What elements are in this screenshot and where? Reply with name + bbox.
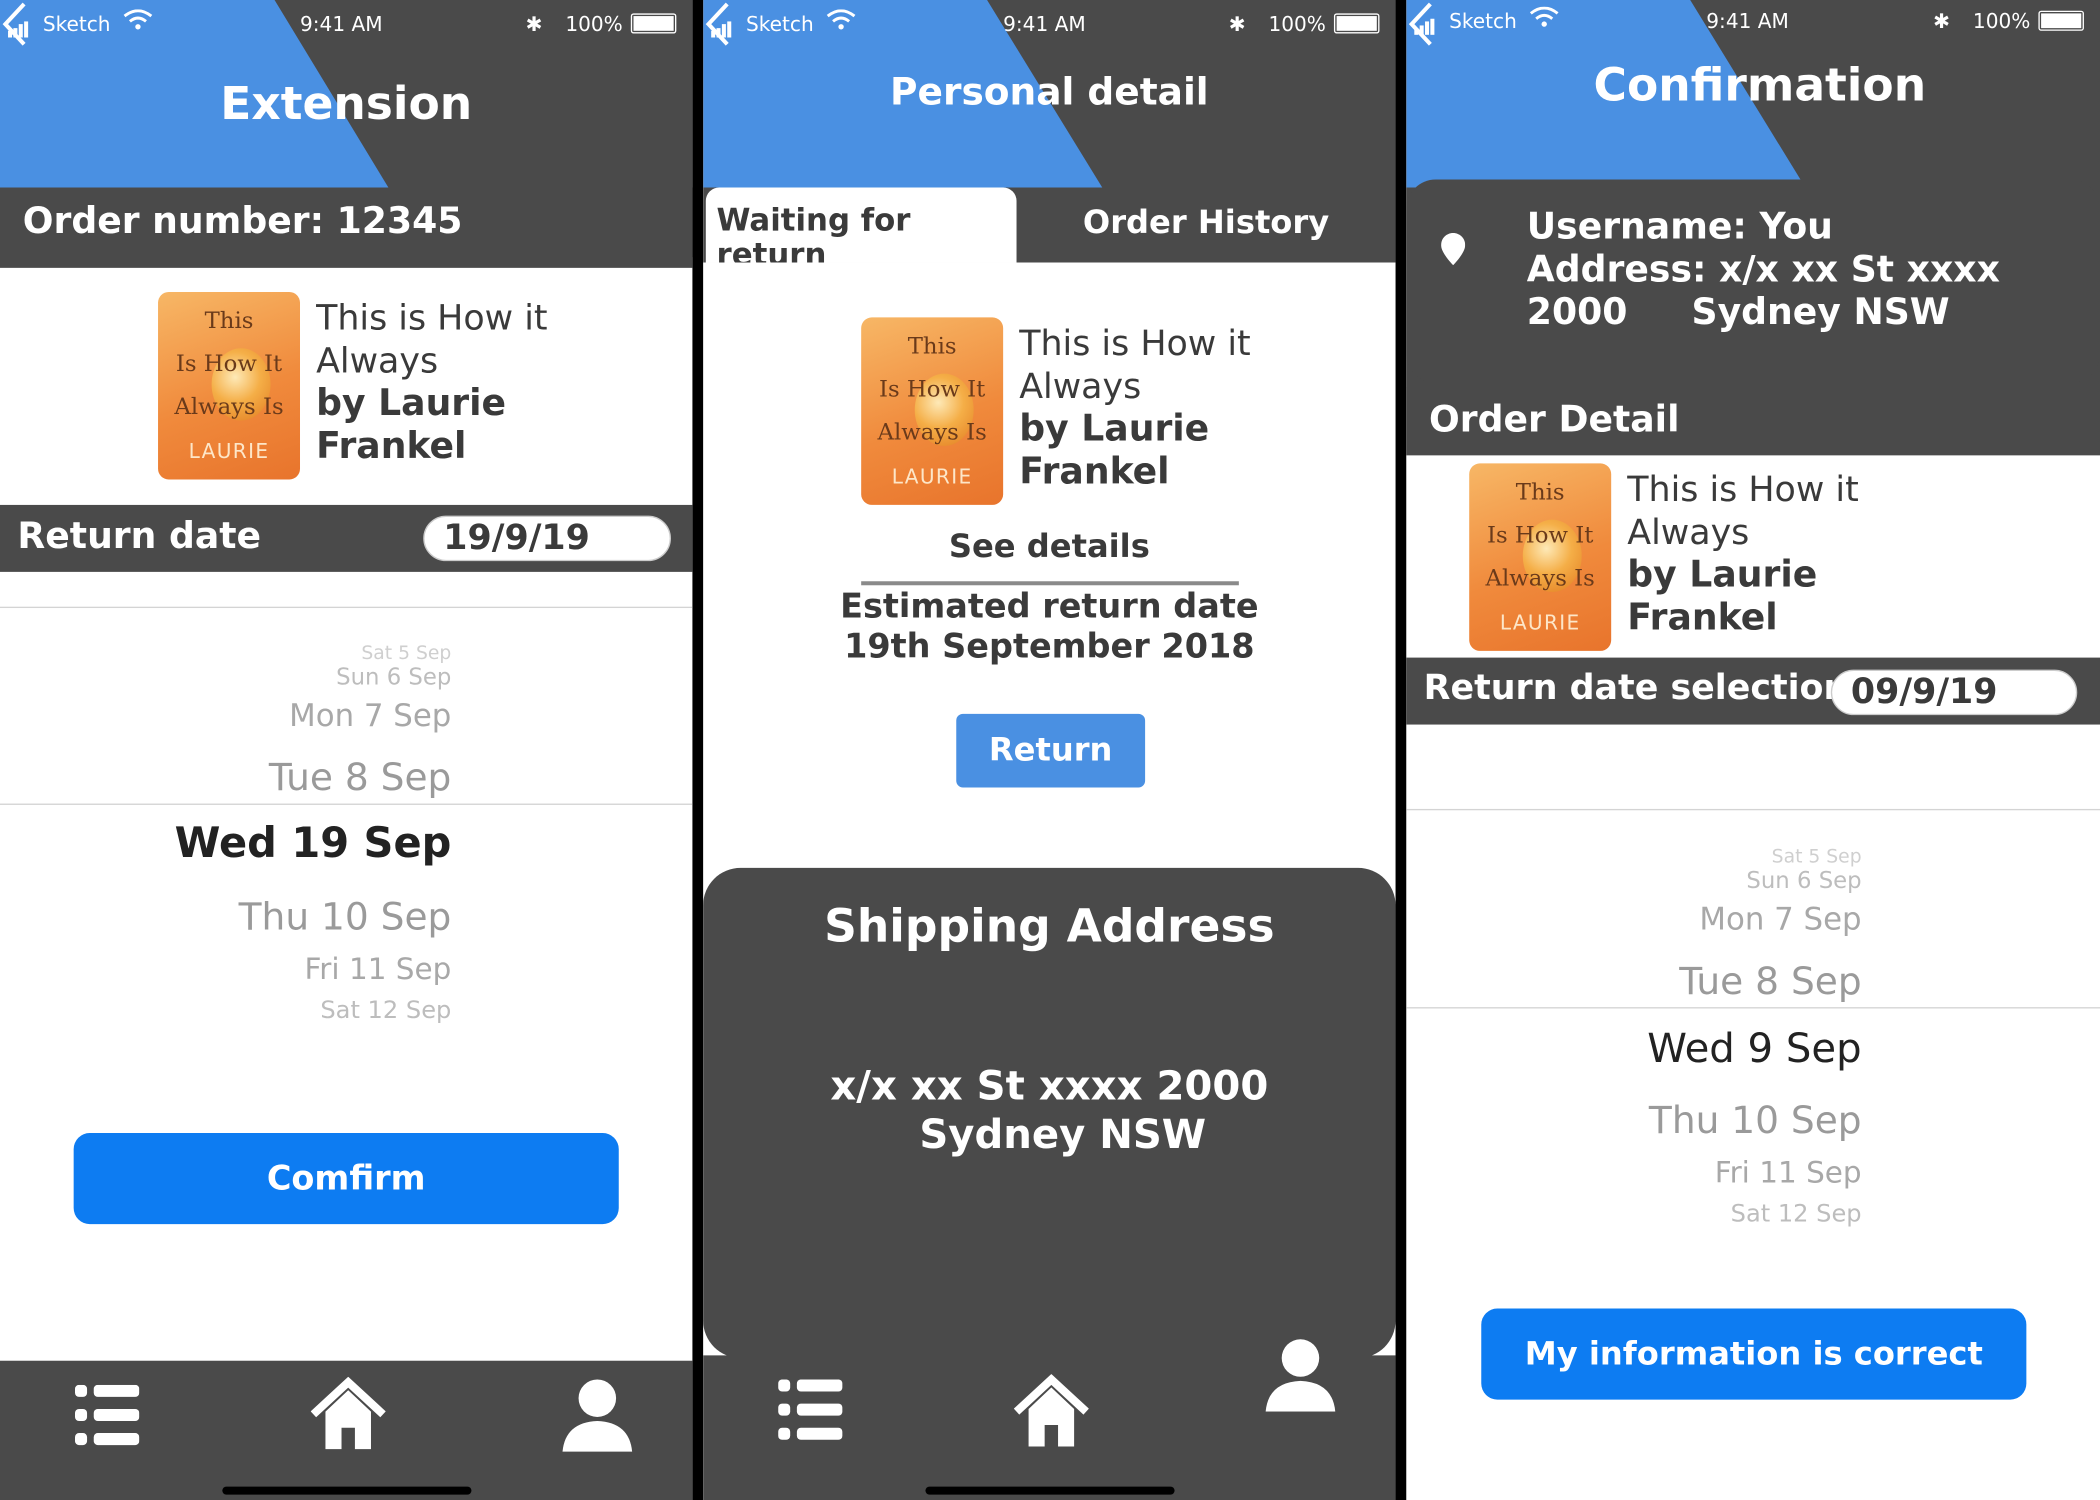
battery-icon bbox=[1333, 13, 1380, 34]
page-title: Personal detail bbox=[890, 69, 1209, 114]
header: Sketch 9:41 AM ✱ 100% Personal detail Wa… bbox=[703, 0, 1396, 263]
return-date-bar: Return date selection 09/9/19 bbox=[1406, 657, 2100, 725]
order-number: Order number: 12345 bbox=[0, 187, 693, 258]
status-bar: Sketch 9:41 AM ✱ 100% bbox=[703, 9, 1395, 40]
return-date-bar: Return date 19/9/19 bbox=[0, 504, 693, 572]
bottom-nav bbox=[0, 1360, 693, 1500]
shipping-address-card: Shipping Address x/x xx St xxxx 2000 Syd… bbox=[703, 867, 1396, 1359]
divider bbox=[861, 581, 1239, 586]
return-date-field[interactable]: 09/9/19 bbox=[1830, 669, 2078, 716]
extension-screen: Sketch 9:41 AM ✱ 100% Extension Order nu… bbox=[0, 0, 693, 1500]
username: Username: You bbox=[1526, 206, 1833, 248]
battery-icon bbox=[2038, 10, 2084, 31]
header: Sketch 9:41 AM ✱ 100% Confirmation Usern… bbox=[1406, 0, 2100, 456]
carrier-label: Sketch bbox=[745, 12, 814, 37]
book-author: by Laurie Frankel bbox=[316, 383, 507, 468]
battery-percent: 100% bbox=[1972, 9, 2031, 34]
book-author: by Laurie Frankel bbox=[1019, 408, 1210, 493]
home-indicator bbox=[925, 1486, 1175, 1495]
picker-top-line bbox=[0, 606, 693, 609]
order-detail-heading: Order Detail bbox=[1406, 387, 2100, 455]
user-info-card: Username: You Address: x/x xx St xxxx 20… bbox=[1406, 179, 2100, 384]
confirmation-screen: Sketch 9:41 AM ✱ 100% Confirmation Usern… bbox=[1406, 0, 2100, 1500]
list-icon[interactable] bbox=[75, 1384, 140, 1447]
address-line-1: x/x xx St xxxx 2000 bbox=[830, 1063, 1269, 1111]
list-icon[interactable] bbox=[778, 1379, 843, 1441]
page-title: Extension bbox=[220, 77, 473, 132]
bluetooth-icon: ✱ bbox=[1228, 12, 1246, 37]
my-information-is-correct-button[interactable]: My information is correct bbox=[1481, 1308, 2027, 1400]
date-picker[interactable]: Sat 5 Sep Sun 6 Sep Mon 7 Sep Tue 8 Sep … bbox=[1406, 833, 2100, 1235]
bluetooth-icon: ✱ bbox=[1933, 9, 1951, 34]
see-details-link[interactable]: See details bbox=[703, 528, 1395, 566]
picker-selected: Wed 9 Sep bbox=[1647, 1025, 1862, 1073]
location-pin-icon bbox=[1441, 233, 1466, 266]
address-line-2: Sydney NSW bbox=[919, 1111, 1207, 1159]
user-icon[interactable] bbox=[560, 1377, 635, 1452]
battery-icon bbox=[630, 13, 677, 34]
book-author: by Laurie Frankel bbox=[1627, 554, 1818, 639]
tab-waiting-for-return[interactable]: Waiting for return bbox=[705, 187, 1017, 263]
page-title: Confirmation bbox=[1593, 58, 1927, 113]
estimated-value: 19th September 2018 bbox=[844, 626, 1255, 666]
header: Sketch 9:41 AM ✱ 100% Extension Order nu… bbox=[0, 0, 693, 268]
picker-selected: Wed 19 Sep bbox=[174, 819, 452, 868]
home-icon[interactable] bbox=[310, 1376, 386, 1452]
book-title: This is How it Always bbox=[1627, 470, 1859, 554]
confirm-button[interactable]: Comfirm bbox=[73, 1133, 619, 1225]
battery-percent: 100% bbox=[1268, 12, 1326, 37]
picker-selection-line bbox=[1406, 1007, 2100, 1009]
return-date-label: Return date bbox=[17, 515, 262, 558]
home-indicator bbox=[222, 1486, 472, 1495]
clock: 9:41 AM bbox=[1706, 9, 1789, 34]
bottom-nav bbox=[703, 1339, 1396, 1500]
book-cover: This Is How It Always Is LAURIE bbox=[158, 291, 301, 480]
back-chevron-icon[interactable] bbox=[0, 0, 29, 48]
user-icon[interactable] bbox=[1263, 1337, 1338, 1412]
status-bar: Sketch 9:41 AM ✱ 100% bbox=[1406, 6, 2100, 37]
picker-selection-line bbox=[0, 803, 693, 805]
picker-top-line bbox=[1406, 808, 2100, 811]
carrier-label: Sketch bbox=[42, 12, 111, 37]
tab-order-history[interactable]: Order History bbox=[1017, 188, 1396, 263]
estimated-label: Estimated return date bbox=[840, 586, 1259, 626]
book-cover: This Is How It Always Is LAURIE bbox=[861, 317, 1004, 505]
back-chevron-icon[interactable] bbox=[703, 0, 732, 48]
book-cover: This Is How It Always Is LAURIE bbox=[1469, 463, 1612, 651]
home-icon[interactable] bbox=[1013, 1374, 1089, 1449]
book-title: This is How it Always bbox=[316, 298, 548, 382]
estimated-return: Estimated return date 19th September 201… bbox=[703, 587, 1395, 667]
return-date-label: Return date selection bbox=[1423, 668, 1849, 709]
clock: 9:41 AM bbox=[300, 12, 383, 37]
shipping-title: Shipping Address bbox=[824, 900, 1275, 954]
bluetooth-icon: ✱ bbox=[525, 12, 543, 37]
clock: 9:41 AM bbox=[1003, 12, 1086, 37]
return-button[interactable]: Return bbox=[956, 713, 1146, 788]
date-picker[interactable]: Sat 5 Sep Sun 6 Sep Mon 7 Sep Tue 8 Sep … bbox=[0, 629, 692, 1031]
status-bar: Sketch 9:41 AM ✱ 100% bbox=[0, 9, 692, 40]
address-city: Sydney NSW bbox=[1691, 291, 1950, 334]
personal-detail-screen: Sketch 9:41 AM ✱ 100% Personal detail Wa… bbox=[703, 0, 1396, 1500]
book-title: This is How it Always bbox=[1019, 324, 1251, 408]
battery-percent: 100% bbox=[565, 12, 623, 37]
carrier-label: Sketch bbox=[1449, 9, 1517, 34]
back-chevron-icon[interactable] bbox=[1406, 0, 1435, 48]
return-date-field[interactable]: 19/9/19 bbox=[423, 515, 671, 562]
